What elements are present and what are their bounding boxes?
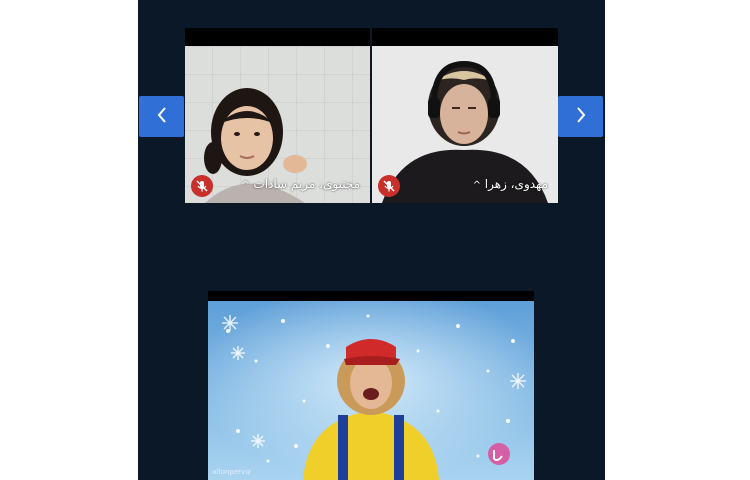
participant-tile[interactable]: مجتبوی، مریم سادات ^ xyxy=(185,28,370,203)
mic-muted-icon[interactable] xyxy=(191,175,213,197)
participant-name-bar: مجتبوی، مریم سادات ^ xyxy=(185,173,370,203)
caret-up-icon[interactable]: ^ xyxy=(241,180,249,191)
mic-muted-icon[interactable] xyxy=(378,175,400,197)
participant-name-bar: مهدوی، زهرا ^ xyxy=(372,173,558,203)
shared-video-frame xyxy=(208,291,534,480)
watermark-text: alfonperviz xyxy=(212,468,251,476)
next-page-button[interactable] xyxy=(558,96,603,137)
participant-name-text: مجتبوی، مریم سادات xyxy=(253,177,360,191)
previous-page-button[interactable] xyxy=(139,96,184,137)
participant-tile[interactable]: مهدوی، زهرا ^ xyxy=(372,28,558,203)
participant-name: مجتبوی، مریم سادات ^ xyxy=(237,177,360,191)
participant-name: مهدوی، زهرا ^ xyxy=(469,177,548,191)
chevron-right-icon xyxy=(574,106,588,128)
caret-up-icon[interactable]: ^ xyxy=(473,180,481,191)
video-conference-panel: مجتبوی، مریم سادات ^ مهدوی، زهرا ^ alfon… xyxy=(138,0,605,480)
participant-name-text: مهدوی، زهرا xyxy=(484,177,548,191)
chevron-left-icon xyxy=(155,106,169,128)
shared-video[interactable]: alfonperviz xyxy=(208,291,534,480)
